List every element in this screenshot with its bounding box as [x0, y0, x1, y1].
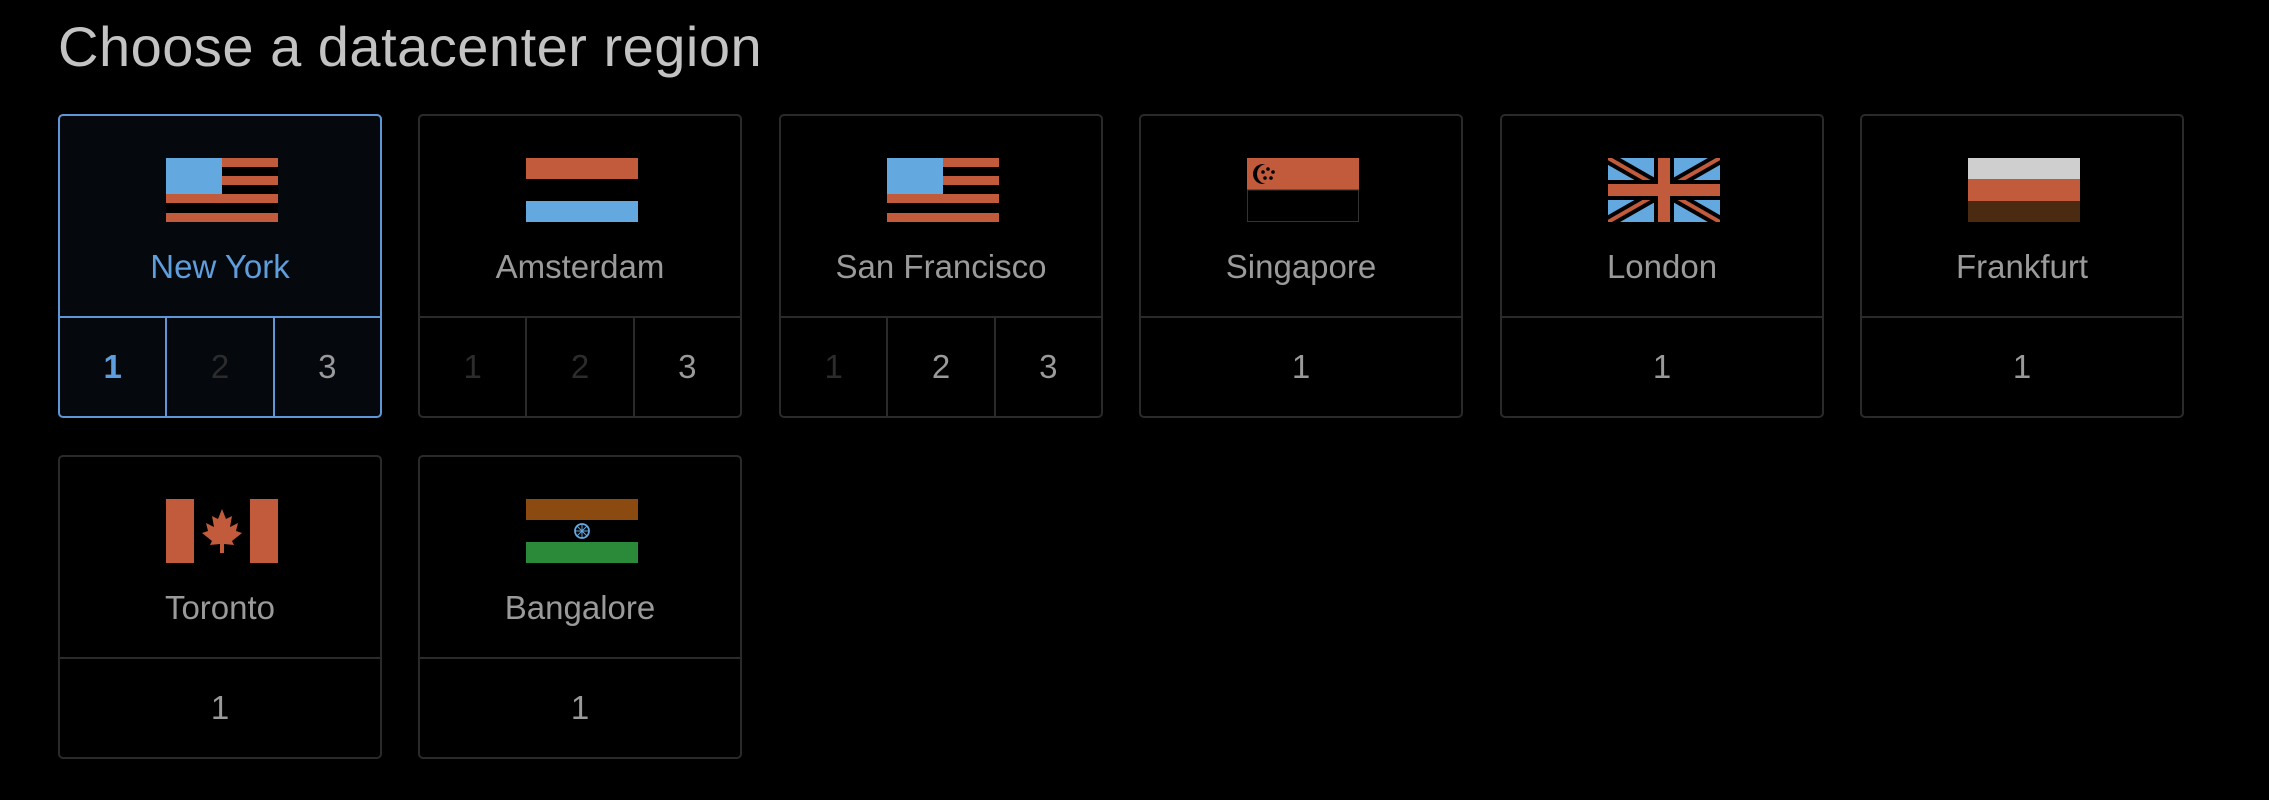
us-flag-icon	[166, 158, 278, 222]
region-name: Amsterdam	[495, 248, 665, 285]
region-select-singapore[interactable]: Singapore	[1141, 116, 1461, 320]
canada-flag-icon	[166, 499, 278, 563]
datacenter-selector: 1	[420, 657, 740, 757]
region-name: Singapore	[1225, 248, 1377, 285]
region-select-toronto[interactable]: Toronto	[60, 457, 380, 661]
datacenter-option-1: 1	[463, 348, 482, 385]
region-select-frankfurt[interactable]: Frankfurt	[1862, 116, 2182, 320]
datacenter-option-2: 2	[525, 318, 632, 416]
uk-flag-icon	[1608, 158, 1720, 222]
region-select-new-york[interactable]: New York	[60, 116, 380, 320]
datacenter-option-1[interactable]: 1	[60, 318, 165, 416]
datacenter-selector: 1	[1502, 316, 1822, 416]
datacenter-option-2: 2	[165, 318, 272, 416]
region-select-amsterdam[interactable]: Amsterdam	[420, 116, 740, 320]
region-card-toronto[interactable]: Toronto 1	[58, 455, 382, 759]
datacenter-selector: 1	[1862, 316, 2182, 416]
region-name: Toronto	[164, 589, 276, 626]
datacenter-selector: 1	[60, 657, 380, 757]
region-card-bangalore[interactable]: Bangalore 1	[418, 455, 742, 759]
region-card-san-francisco[interactable]: San Francisco 1 2 3	[779, 114, 1103, 418]
datacenter-option-1: 1	[824, 348, 843, 385]
germany-flag-icon	[1968, 158, 2080, 222]
region-select-bangalore[interactable]: Bangalore	[420, 457, 740, 661]
india-flag-icon	[526, 499, 638, 563]
region-card-amsterdam[interactable]: Amsterdam 1 2 3	[418, 114, 742, 418]
netherlands-flag-icon	[526, 158, 638, 222]
us-flag-icon	[887, 158, 999, 222]
datacenter-selector: 1 2 3	[60, 316, 380, 416]
region-name: London	[1606, 248, 1718, 285]
datacenter-option-2[interactable]: 2	[886, 318, 993, 416]
datacenter-selector: 1 2 3	[420, 316, 740, 416]
region-card-london[interactable]: London 1	[1500, 114, 1824, 418]
datacenter-option-1[interactable]: 1	[420, 659, 740, 757]
datacenter-option-3[interactable]: 3	[632, 318, 740, 416]
region-name: San Francisco	[835, 248, 1047, 285]
datacenter-option-1[interactable]: 1	[60, 659, 380, 757]
datacenter-option-1[interactable]: 1	[1862, 318, 2182, 416]
region-name: Frankfurt	[1955, 248, 2089, 285]
page-title: Choose a datacenter region	[58, 15, 763, 78]
region-card-singapore[interactable]: Singapore 1	[1139, 114, 1463, 418]
datacenter-option-1[interactable]: 1	[1141, 318, 1461, 416]
datacenter-option-3[interactable]: 3	[272, 318, 380, 416]
datacenter-option-3[interactable]: 3	[993, 318, 1101, 416]
region-card-new-york[interactable]: New York 1 2 3	[58, 114, 382, 418]
region-name: Bangalore	[504, 589, 656, 626]
singapore-flag-icon	[1247, 158, 1359, 222]
region-card-frankfurt[interactable]: Frankfurt 1	[1860, 114, 2184, 418]
datacenter-selector: 1 2 3	[781, 316, 1101, 416]
datacenter-selector: 1	[1141, 316, 1461, 416]
region-name: New York	[150, 248, 290, 285]
datacenter-option-1[interactable]: 1	[1502, 318, 1822, 416]
region-select-san-francisco[interactable]: San Francisco	[781, 116, 1101, 320]
region-select-london[interactable]: London	[1502, 116, 1822, 320]
